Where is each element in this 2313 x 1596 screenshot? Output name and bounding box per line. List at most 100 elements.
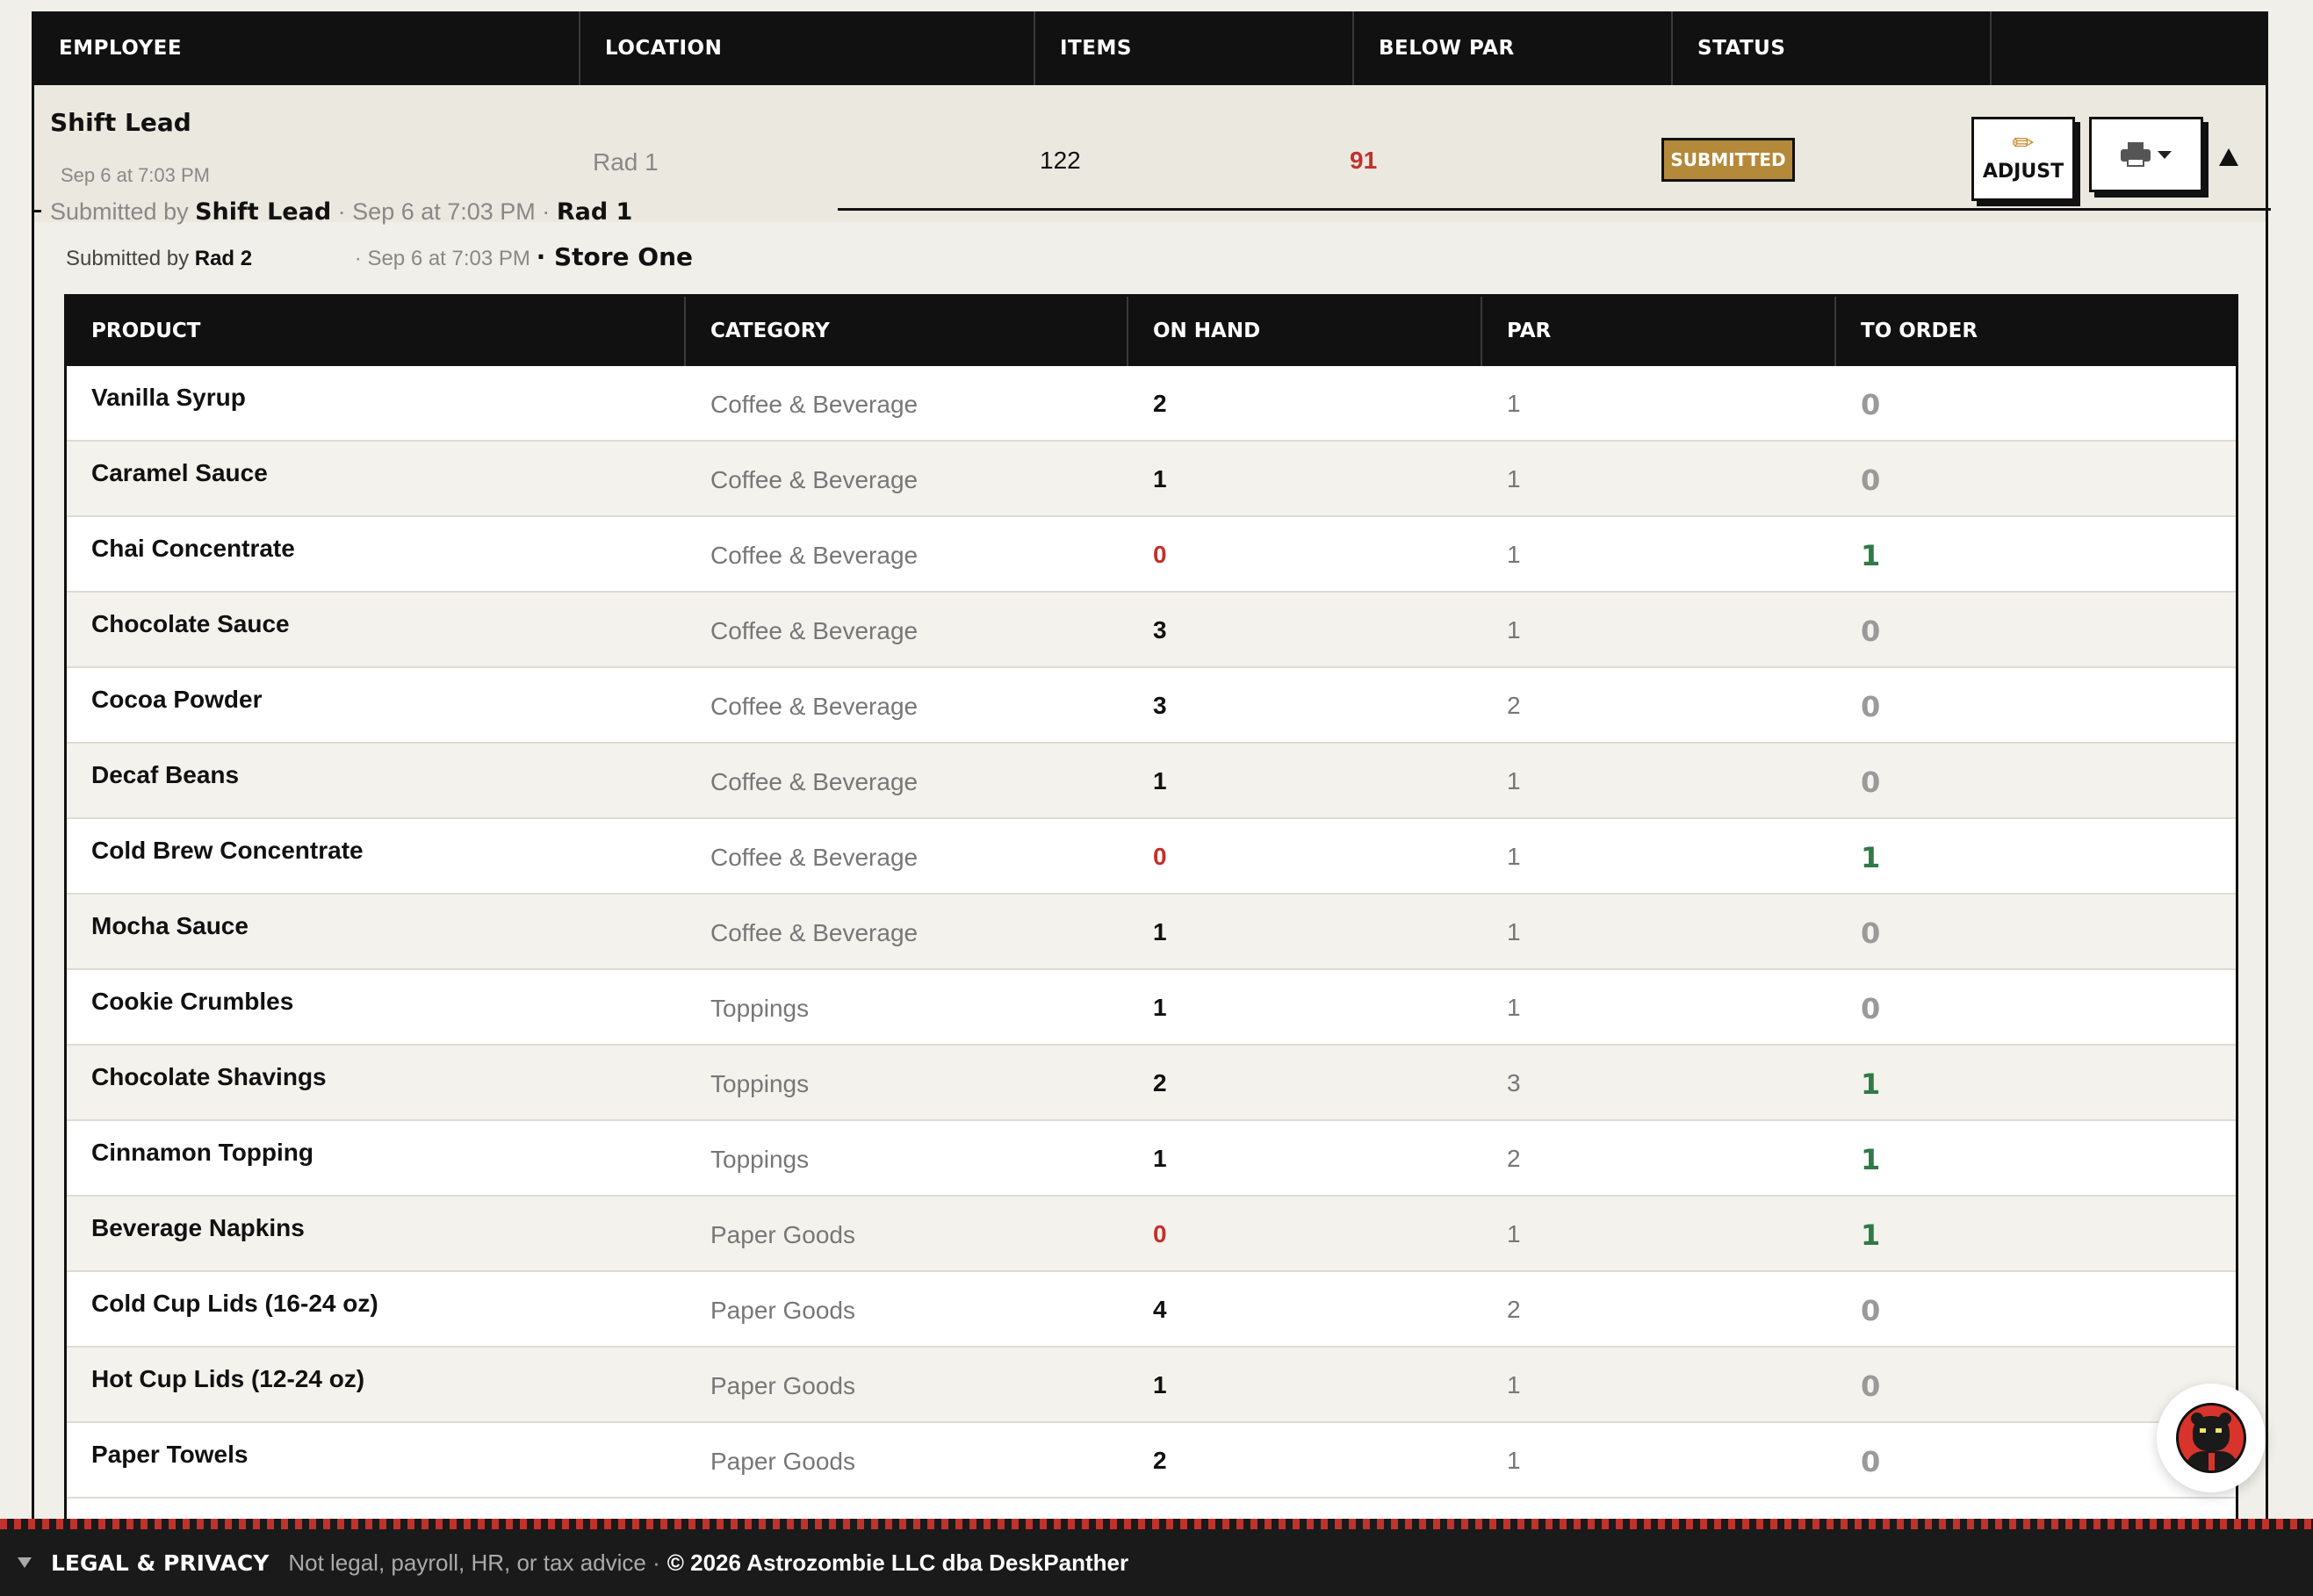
table-row[interactable]: Chai Concentrate Coffee & Beverage 0 1 1	[67, 517, 2236, 593]
col-to-order[interactable]: TO ORDER	[1836, 297, 2236, 366]
col-par[interactable]: PAR	[1482, 297, 1836, 366]
category-cell: Coffee & Beverage	[710, 466, 919, 493]
submitter-name-2: Rad 2	[194, 247, 253, 270]
par-cell: 1	[1507, 1371, 1521, 1398]
on-hand-cell: 1	[1153, 1371, 1167, 1398]
category-cell: Coffee & Beverage	[710, 693, 919, 720]
on-hand-cell: 3	[1153, 616, 1167, 643]
table-row[interactable]: Cold Brew Concentrate Coffee & Beverage 0 1…	[67, 819, 2236, 895]
to-order-cell: 0	[1861, 992, 1881, 1025]
on-hand-cell: 0	[1153, 843, 1167, 870]
par-cell: 1	[1507, 843, 1521, 870]
table-row[interactable]: Cocoa Powder Coffee & Beverage 3 2 0	[67, 668, 2236, 744]
employee-name: Shift Lead	[50, 108, 191, 137]
table-row[interactable]: Vanilla Syrup Coffee & Beverage 2 1 0	[67, 366, 2236, 442]
below-par-count: 91	[1350, 147, 1378, 174]
table-row[interactable]: Caramel Sauce Coffee & Beverage 1 1 0	[67, 442, 2236, 517]
submitted-by-label-2: Submitted by	[66, 247, 190, 270]
product-cell: Cookie Crumbles	[91, 988, 294, 1015]
store-name: · Store One	[536, 242, 694, 271]
items-count: 122	[1040, 147, 1081, 174]
par-cell: 1	[1507, 918, 1521, 945]
category-cell: Toppings	[710, 1146, 810, 1173]
product-cell: Chocolate Shavings	[91, 1063, 327, 1090]
col-category[interactable]: CATEGORY	[686, 297, 1128, 366]
table-row[interactable]: Cookie Crumbles Toppings 1 1 0	[67, 970, 2236, 1046]
to-order-cell: 0	[1861, 1294, 1881, 1327]
to-order-cell: 1	[1861, 539, 1881, 572]
table-row[interactable]: Mocha Sauce Coffee & Beverage 1 1 0	[67, 895, 2236, 970]
status-badge: SUBMITTED	[1661, 138, 1795, 182]
table-row[interactable]: Decaf Beans Coffee & Beverage 1 1 0	[67, 744, 2236, 819]
table-row[interactable]: Hot Cup Lids (12-24 oz) Paper Goods 1 1 0	[67, 1348, 2236, 1423]
on-hand-cell: 3	[1153, 692, 1167, 719]
to-order-cell: 1	[1861, 841, 1881, 874]
category-cell: Paper Goods	[710, 1297, 855, 1324]
header-location[interactable]: LOCATION	[580, 11, 1035, 85]
triangle-down-icon[interactable]	[18, 1557, 32, 1568]
par-cell: 1	[1507, 1220, 1521, 1247]
table-row[interactable]: Chocolate Shavings Toppings 2 3 1	[67, 1046, 2236, 1121]
to-order-cell: 0	[1861, 917, 1881, 950]
submission-line-1: Submitted by Shift Lead · Sep 6 at 7:03 …	[50, 198, 632, 226]
adjust-button[interactable]: ✏ ADJUST	[1971, 117, 2075, 201]
legal-privacy-link[interactable]: LEGAL & PRIVACY	[51, 1550, 269, 1576]
submitter-location: Rad 1	[556, 198, 633, 226]
par-cell: 1	[1507, 390, 1521, 417]
pencil-icon: ✏	[2012, 129, 2035, 158]
submission-panel: EMPLOYEE LOCATION ITEMS BELOW PAR STATUS…	[32, 11, 2271, 1523]
par-cell: 1	[1507, 994, 1521, 1021]
submitter-time: · Sep 6 at 7:03 PM ·	[337, 198, 551, 225]
chat-launcher-button[interactable]	[2157, 1384, 2266, 1492]
print-button[interactable]	[2089, 117, 2203, 192]
on-hand-cell: 1	[1153, 1145, 1167, 1172]
disclaimer-text: Not legal, payroll, HR, or tax advice ·	[288, 1549, 660, 1576]
par-cell: 1	[1507, 541, 1521, 568]
category-cell: Coffee & Beverage	[710, 617, 919, 644]
product-cell: Cocoa Powder	[91, 686, 263, 713]
to-order-cell: 0	[1861, 464, 1881, 497]
col-product[interactable]: PRODUCT	[67, 297, 686, 366]
submission-line-2: Submitted by Rad 2 · Sep 6 at 7:03 PM · …	[66, 242, 693, 271]
on-hand-cell: 1	[1153, 465, 1167, 492]
category-cell: Coffee & Beverage	[710, 919, 919, 946]
par-cell: 1	[1507, 1447, 1521, 1474]
table-row[interactable]: Chocolate Sauce Coffee & Beverage 3 1 0	[67, 593, 2236, 668]
category-cell: Toppings	[710, 995, 810, 1022]
par-cell: 1	[1507, 465, 1521, 492]
collapse-triangle-icon[interactable]	[2219, 148, 2238, 166]
on-hand-cell: 2	[1153, 390, 1167, 417]
to-order-cell: 0	[1861, 690, 1881, 723]
to-order-cell: 0	[1861, 766, 1881, 799]
product-cell: Hot Cup Lids (12-24 oz)	[91, 1365, 365, 1392]
product-cell: Chocolate Sauce	[91, 610, 290, 637]
panther-avatar-icon	[2176, 1403, 2246, 1473]
category-cell: Coffee & Beverage	[710, 844, 919, 871]
header-status[interactable]: STATUS	[1673, 11, 1992, 85]
table-row[interactable]: Cold Cup Lids (16-24 oz) Paper Goods 4 2 0	[67, 1272, 2236, 1348]
outer-table-header: EMPLOYEE LOCATION ITEMS BELOW PAR STATUS	[34, 11, 2266, 85]
product-cell: Cold Brew Concentrate	[91, 837, 364, 864]
category-cell: Paper Goods	[710, 1448, 855, 1475]
category-cell: Paper Goods	[710, 1372, 855, 1399]
submission-time: Sep 6 at 7:03 PM	[61, 164, 210, 186]
footer-stripe	[0, 1519, 2313, 1529]
par-cell: 2	[1507, 692, 1521, 719]
copyright-text: © 2026 Astrozombie LLC dba DeskPanther	[667, 1549, 1129, 1576]
header-items[interactable]: ITEMS	[1035, 11, 1354, 85]
to-order-cell: 1	[1861, 1068, 1881, 1101]
table-row[interactable]: Cinnamon Topping Toppings 1 2 1	[67, 1121, 2236, 1197]
par-cell: 1	[1507, 767, 1521, 794]
header-below-par[interactable]: BELOW PAR	[1354, 11, 1673, 85]
submitted-by-label: Submitted by	[50, 198, 189, 225]
inventory-table: PRODUCT CATEGORY ON HAND PAR TO ORDER Va…	[64, 294, 2238, 1523]
to-order-cell: 0	[1861, 615, 1881, 648]
header-employee[interactable]: EMPLOYEE	[34, 11, 580, 85]
table-row[interactable]: Beverage Napkins Paper Goods 0 1 1	[67, 1197, 2236, 1272]
category-cell: Coffee & Beverage	[710, 391, 919, 418]
product-cell: Cold Cup Lids (16-24 oz)	[91, 1290, 378, 1317]
table-row[interactable]: Paper Towels Paper Goods 2 1 0	[67, 1423, 2236, 1499]
location-value: Rad 1	[593, 148, 659, 176]
inventory-rows: Vanilla Syrup Coffee & Beverage 2 1 0 Caramel…	[67, 366, 2236, 1499]
col-on-hand[interactable]: ON HAND	[1128, 297, 1482, 366]
